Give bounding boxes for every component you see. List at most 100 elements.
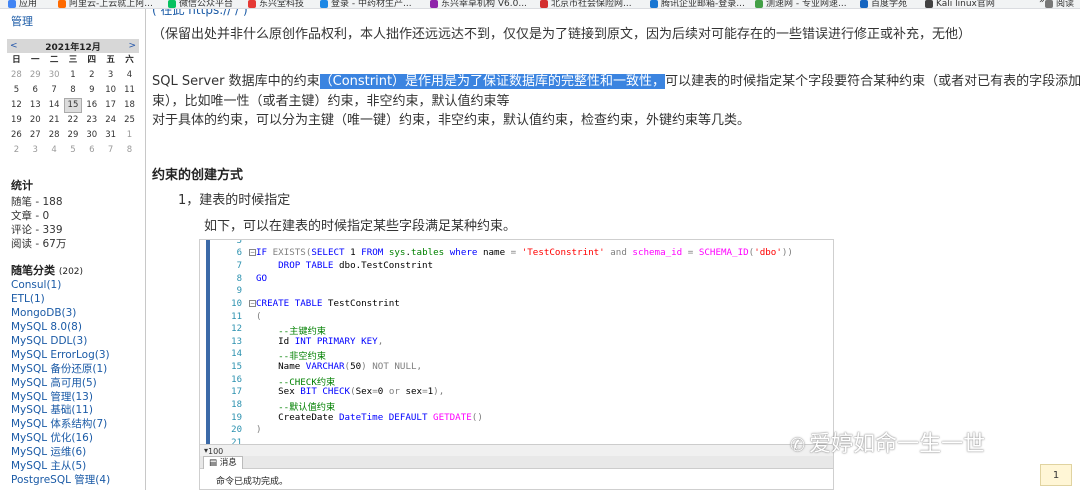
category-link[interactable]: MySQL DDL(3)	[11, 335, 110, 349]
calendar-day[interactable]: 9	[82, 84, 101, 97]
calendar-title: 2021年12月	[45, 42, 101, 53]
bookmark-item[interactable]: Kali linux官网	[925, 0, 995, 9]
calendar-day[interactable]: 27	[26, 129, 45, 142]
calendar-day[interactable]: 1	[120, 129, 139, 142]
code-line-7: DROP TABLE dbo.TestConstrint	[278, 260, 434, 271]
calendar-day[interactable]: 5	[7, 84, 26, 97]
calendar-day[interactable]: 19	[7, 114, 26, 127]
bookmark-item[interactable]: 东兴幸草机构 V6.0...	[430, 0, 527, 8]
calendar-day[interactable]: 10	[101, 84, 120, 97]
calendar: < 2021年12月 > 日一二三四五六 28 29 30 1 2 3 4 5 6 7 8 9 10 11 1…	[7, 39, 139, 158]
calendar-day[interactable]: 22	[64, 114, 83, 127]
calendar-day[interactable]: 23	[82, 114, 101, 127]
calendar-day[interactable]: 13	[26, 99, 45, 112]
calendar-next-button[interactable]: >	[128, 41, 136, 51]
calendar-day[interactable]: 12	[7, 99, 26, 112]
calendar-day[interactable]: 18	[120, 99, 139, 112]
calendar-day[interactable]: 24	[101, 114, 120, 127]
bookmark-item[interactable]: 东兴堂科技	[248, 0, 304, 8]
calendar-day[interactable]: 11	[120, 84, 139, 97]
calendar-day[interactable]: 17	[101, 99, 120, 112]
category-link[interactable]: MySQL 管理(13)	[11, 391, 110, 405]
section-heading: 约束的创建方式	[152, 168, 244, 183]
manage-link[interactable]: 管理	[11, 13, 33, 29]
calendar-day[interactable]: 4	[45, 144, 64, 157]
calendar-day[interactable]: 7	[45, 84, 64, 97]
line-number: 10	[231, 299, 242, 309]
calendar-day[interactable]: 4	[120, 69, 139, 82]
calendar-day[interactable]: 3	[26, 144, 45, 157]
calendar-day[interactable]: 29	[64, 129, 83, 142]
calendar-week-row: 26 27 28 29 30 31 1	[7, 128, 139, 143]
messages-output: 命令已成功完成。	[216, 477, 289, 487]
calendar-day[interactable]: 26	[7, 129, 26, 142]
calendar-day[interactable]: 8	[64, 84, 83, 97]
calendar-day[interactable]: 1	[64, 69, 83, 82]
calendar-day[interactable]: 7	[101, 144, 120, 157]
zoom-level-select[interactable]: 100 % ▾	[204, 446, 223, 465]
bookmark-label: Kali linux官网	[936, 0, 995, 9]
bookmark-item[interactable]: 登录 - 中药材生产...	[320, 0, 412, 8]
code-line-20: )	[256, 424, 262, 435]
calendar-weekday: 五	[106, 55, 115, 65]
bookmark-item[interactable]: 腾讯企业邮箱-登录...	[650, 0, 745, 8]
calendar-day[interactable]: 3	[101, 69, 120, 82]
calendar-day[interactable]: 28	[45, 129, 64, 142]
calendar-day[interactable]: 8	[120, 144, 139, 157]
category-link[interactable]: ETL(1)	[11, 293, 110, 307]
bookmark-item[interactable]: 微信公众平台	[168, 0, 234, 9]
stats-title: 统计	[11, 179, 33, 192]
bookmark-item[interactable]: 阅读	[1045, 0, 1074, 8]
bookmark-item[interactable]: 阿里云-上云就上阿...	[58, 0, 153, 8]
category-link[interactable]: MySQL ErrorLog(3)	[11, 349, 110, 363]
fold-toggle-icon: −	[249, 249, 256, 256]
bookmark-label: 微信公众平台	[179, 0, 234, 9]
bookmark-label: 测速网 - 专业网速...	[766, 0, 847, 9]
calendar-day[interactable]: 30	[82, 129, 101, 142]
category-link[interactable]: MySQL 8.0(8)	[11, 321, 110, 335]
category-link[interactable]: PostgreSQL 管理(4)	[11, 474, 110, 488]
calendar-week-row: 5 6 7 8 9 10 11	[7, 83, 139, 98]
bookmark-item[interactable]: 百度学苑	[860, 0, 907, 8]
calendar-day[interactable]: 6	[82, 144, 101, 157]
code-line-12: --主键约束	[278, 326, 326, 337]
category-link[interactable]: MySQL 备份还原(1)	[11, 363, 110, 377]
calendar-day[interactable]: 14	[45, 99, 64, 112]
category-link[interactable]: Consul(1)	[11, 279, 110, 293]
bookmark-favicon-icon	[925, 0, 933, 8]
category-link[interactable]: MySQL 高可用(5)	[11, 377, 110, 391]
category-link[interactable]: MySQL 优化(16)	[11, 432, 110, 446]
code-line-10: CREATE TABLE TestConstrint	[256, 298, 400, 309]
calendar-day[interactable]: 20	[26, 114, 45, 127]
category-link[interactable]: MySQL 体系结构(7)	[11, 418, 110, 432]
bookmark-favicon-icon	[430, 0, 438, 8]
paragraph-1-cont: 束），比如唯一性（或者主键）约束，非空约束，默认值约束等	[152, 94, 510, 109]
source-link[interactable]: ( 在此 https:// / )	[152, 9, 248, 18]
bookmark-item[interactable]: 测速网 - 专业网速...	[755, 0, 847, 9]
calendar-day[interactable]: 30	[45, 69, 64, 82]
calendar-day-today[interactable]: 15	[63, 98, 83, 113]
category-link[interactable]: MySQL 主从(5)	[11, 460, 110, 474]
bookmark-item[interactable]: 应用	[8, 0, 37, 8]
line-number: 12	[231, 324, 242, 334]
category-link[interactable]: MySQL 基础(11)	[11, 404, 110, 418]
calendar-day[interactable]: 31	[101, 129, 120, 142]
stat-posts: 随笔 - 188	[11, 196, 63, 208]
bookmark-item[interactable]: 北京市社会保险网...	[540, 0, 632, 8]
calendar-day[interactable]: 28	[7, 69, 26, 82]
calendar-day[interactable]: 2	[7, 144, 26, 157]
bookmark-item[interactable]: »	[1028, 0, 1045, 6]
bookmark-favicon-icon	[650, 0, 658, 8]
calendar-day[interactable]: 29	[26, 69, 45, 82]
calendar-day[interactable]: 25	[120, 114, 139, 127]
category-link[interactable]: MongoDB(3)	[11, 307, 110, 321]
calendar-day[interactable]: 6	[26, 84, 45, 97]
calendar-day[interactable]: 5	[64, 144, 83, 157]
category-link[interactable]: MySQL 运维(6)	[11, 446, 110, 460]
calendar-day[interactable]: 16	[82, 99, 101, 112]
bookmark-favicon-icon	[540, 0, 548, 8]
messages-tab[interactable]: ▤ 消息	[203, 456, 243, 469]
calendar-day[interactable]: 21	[45, 114, 64, 127]
calendar-day[interactable]: 2	[82, 69, 101, 82]
calendar-prev-button[interactable]: <	[10, 41, 18, 51]
